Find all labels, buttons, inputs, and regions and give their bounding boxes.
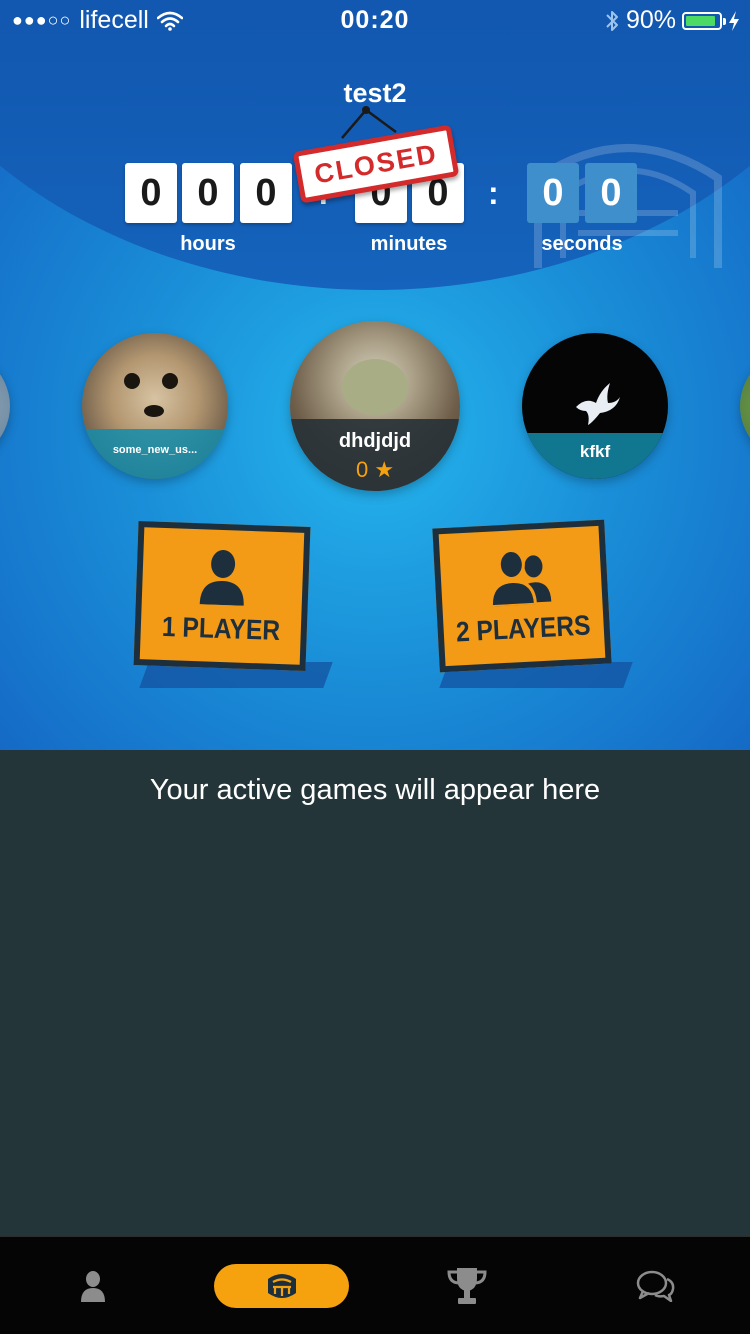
status-bar: ●●●○○ lifecell 00:20 90% (0, 0, 750, 40)
lobby-hero: ●●●○○ lifecell 00:20 90% test2 0 0 0 0 0… (0, 0, 750, 750)
avatar-photo-detail (144, 405, 164, 417)
dove-icon (576, 383, 620, 425)
player-name: kfkf (522, 433, 668, 479)
game-lobby-screen: ●●●○○ lifecell 00:20 90% test2 0 0 0 0 0… (0, 0, 750, 1334)
hours-digit-2: 0 (182, 163, 234, 223)
seconds-digit-2: 0 (585, 163, 637, 223)
battery-icon (682, 11, 726, 30)
two-users-icon (490, 549, 552, 607)
player-name: some_new_us... (82, 429, 228, 479)
hours-digit-3: 0 (240, 163, 292, 223)
one-player-label: 1 PLAYER (161, 610, 281, 647)
tab-leaderboard[interactable] (437, 1263, 497, 1309)
player-info-band: dhdjdjd 0 ★ (290, 419, 460, 491)
closed-sign: CLOSED (286, 98, 466, 218)
timer-separator: : (488, 175, 499, 211)
profile-icon (81, 1271, 105, 1302)
player-avatar-offscreen-left[interactable] (0, 343, 10, 469)
star-icon: ★ (374, 457, 395, 482)
battery-percent: 90% (625, 6, 676, 34)
hours-label: hours (180, 233, 236, 255)
chat-icon (636, 1270, 675, 1302)
seconds-digit-1: 0 (527, 163, 579, 223)
two-players-button[interactable]: 2 PLAYERS (432, 519, 633, 688)
player-avatar-left[interactable]: some_new_us... (82, 333, 228, 479)
two-players-card: 2 PLAYERS (432, 519, 612, 673)
status-bar-right: 90% (604, 6, 740, 35)
avatar-photo-detail (162, 373, 178, 389)
hours-digit-1: 0 (125, 163, 177, 223)
avatar-photo-detail (342, 359, 408, 415)
charging-bolt-icon (729, 10, 739, 31)
player-avatar-right[interactable]: kfkf (522, 333, 668, 479)
avatar-photo-detail (124, 373, 140, 389)
trophy-icon (447, 1268, 487, 1304)
single-user-icon (199, 550, 244, 606)
minutes-label: minutes (370, 233, 448, 255)
active-games-panel: Your active games will appear here (0, 750, 750, 1236)
two-players-label: 2 PLAYERS (455, 609, 592, 648)
one-player-card: 1 PLAYER (133, 521, 311, 671)
one-player-button[interactable]: 1 PLAYER (133, 521, 333, 688)
player-score: 0 ★ (290, 459, 460, 481)
tab-profile[interactable] (63, 1263, 123, 1309)
tab-chat[interactable] (626, 1263, 686, 1309)
player-name: dhdjdjd (338, 430, 412, 452)
player-score-value: 0 (355, 457, 369, 482)
empty-games-message: Your active games will appear here (149, 774, 601, 806)
battery-level-fill (686, 15, 715, 26)
tab-arena[interactable] (214, 1264, 349, 1308)
seconds-label: seconds (541, 233, 623, 255)
player-avatar-selected[interactable]: dhdjdjd 0 ★ (290, 321, 460, 491)
arena-icon (267, 1274, 296, 1298)
bluetooth-icon (606, 10, 618, 31)
player-avatar-offscreen-right[interactable] (740, 343, 750, 469)
bottom-tab-bar (0, 1236, 750, 1334)
